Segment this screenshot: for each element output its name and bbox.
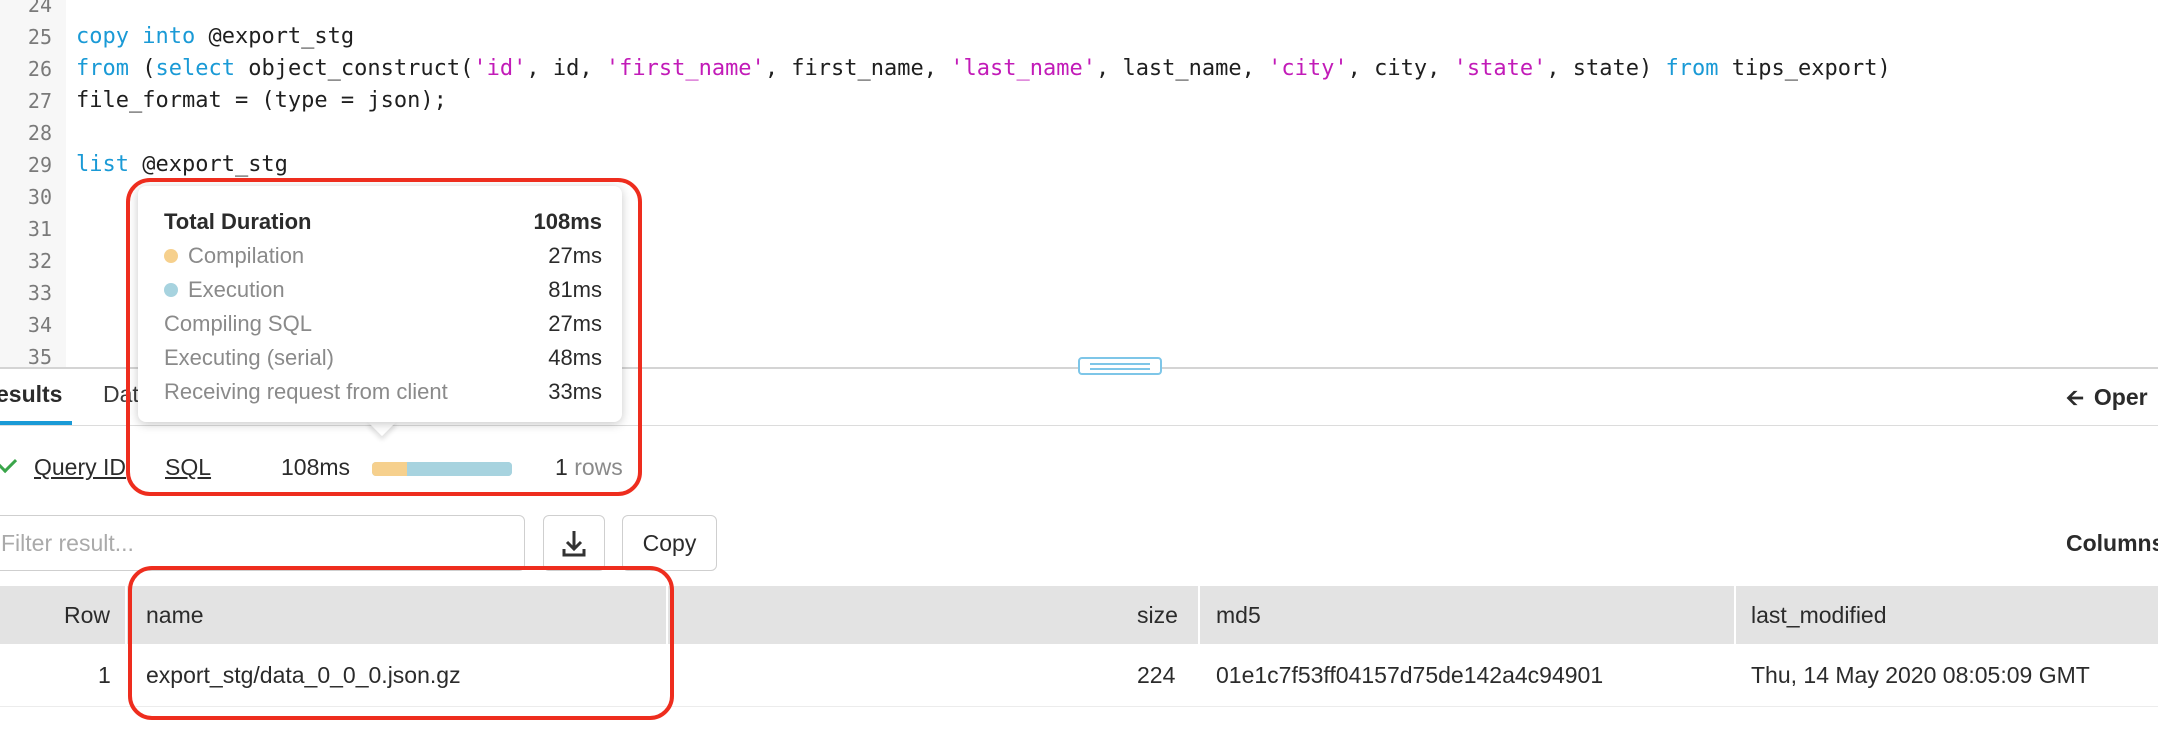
sql-string: 'id' bbox=[473, 56, 527, 81]
code-line[interactable]: list @export_stg bbox=[76, 149, 288, 181]
code-line[interactable]: from (select object_construct('id', id, … bbox=[76, 53, 1891, 85]
column-header-md5[interactable]: md5 bbox=[1216, 586, 1261, 644]
cell-md5[interactable]: 01e1c7f53ff04157d75de142a4c94901 bbox=[1216, 644, 1603, 706]
sql-keyword: from bbox=[1665, 56, 1719, 81]
column-divider[interactable] bbox=[125, 586, 127, 644]
column-header-row[interactable]: Row bbox=[64, 586, 110, 644]
cell-row-number: 1 bbox=[98, 662, 111, 688]
sql-string: 'city' bbox=[1268, 56, 1348, 81]
line-number-gutter: 24 25 26 27 28 29 30 31 32 33 34 35 bbox=[0, 0, 66, 368]
cell-size[interactable]: 224 bbox=[1137, 644, 1175, 706]
line-number: 32 bbox=[27, 249, 52, 273]
tab-results[interactable]: esults bbox=[0, 381, 62, 408]
line-number: 30 bbox=[27, 185, 52, 209]
sql-text: , last_name, bbox=[1095, 56, 1269, 81]
sql-keyword: copy bbox=[76, 24, 129, 49]
active-tab-indicator bbox=[0, 421, 72, 425]
line-number: 28 bbox=[27, 121, 52, 145]
cell-last-modified[interactable]: Thu, 14 May 2020 08:05:09 GMT bbox=[1751, 644, 2090, 706]
line-number: 34 bbox=[27, 313, 52, 337]
copy-button[interactable]: Copy bbox=[622, 515, 717, 571]
filter-result-input[interactable]: Filter result... bbox=[0, 515, 525, 571]
sql-text: , first_name, bbox=[764, 56, 951, 81]
sql-keyword: select bbox=[155, 56, 235, 81]
column-header-size[interactable]: size bbox=[1137, 586, 1178, 644]
download-button[interactable] bbox=[543, 515, 605, 571]
line-number: 35 bbox=[27, 345, 52, 368]
code-line[interactable]: file_format = (type = json); bbox=[76, 85, 447, 117]
sql-text: @export_stg bbox=[195, 24, 355, 49]
check-icon bbox=[0, 451, 18, 474]
sql-text: tips_export) bbox=[1718, 56, 1891, 81]
line-number: 29 bbox=[27, 153, 52, 177]
sql-text: file_format = (type = json); bbox=[76, 88, 447, 113]
sql-string: 'state' bbox=[1453, 56, 1547, 81]
download-icon bbox=[562, 531, 586, 557]
sql-keyword: from bbox=[76, 56, 129, 81]
code-line[interactable]: copy into @export_stg bbox=[76, 21, 354, 53]
line-number: 27 bbox=[27, 89, 52, 113]
sql-keyword: list bbox=[76, 152, 129, 177]
arrow-left-icon: 🡨 bbox=[2066, 385, 2084, 410]
line-number: 25 bbox=[27, 25, 52, 49]
open-history-label: Oper bbox=[2093, 384, 2148, 410]
column-divider[interactable] bbox=[1198, 586, 1200, 644]
sql-text: , city, bbox=[1347, 56, 1454, 81]
sql-text: , id, bbox=[526, 56, 606, 81]
column-header-last-modified[interactable]: last_modified bbox=[1751, 586, 1887, 644]
query-id-link[interactable]: Query ID bbox=[34, 454, 126, 481]
sql-text: object_construct( bbox=[234, 56, 474, 81]
line-number: 33 bbox=[27, 281, 52, 305]
line-number: 31 bbox=[27, 217, 52, 241]
sql-text: , state) bbox=[1546, 56, 1666, 81]
sql-string: 'first_name' bbox=[605, 56, 765, 81]
annotation-highlight-tooltip bbox=[126, 178, 642, 496]
sql-string: 'last_name' bbox=[950, 56, 1096, 81]
line-number: 24 bbox=[27, 0, 52, 17]
line-number: 26 bbox=[27, 57, 52, 81]
open-history-button[interactable]: 🡨 Oper bbox=[2066, 381, 2148, 419]
annotation-highlight-name-column bbox=[128, 566, 674, 720]
sql-keyword: into bbox=[142, 24, 196, 49]
sql-text: @export_stg bbox=[128, 152, 288, 177]
column-divider[interactable] bbox=[1734, 586, 1736, 644]
columns-button[interactable]: Columns bbox=[2066, 530, 2158, 557]
sql-text: ( bbox=[128, 56, 156, 81]
